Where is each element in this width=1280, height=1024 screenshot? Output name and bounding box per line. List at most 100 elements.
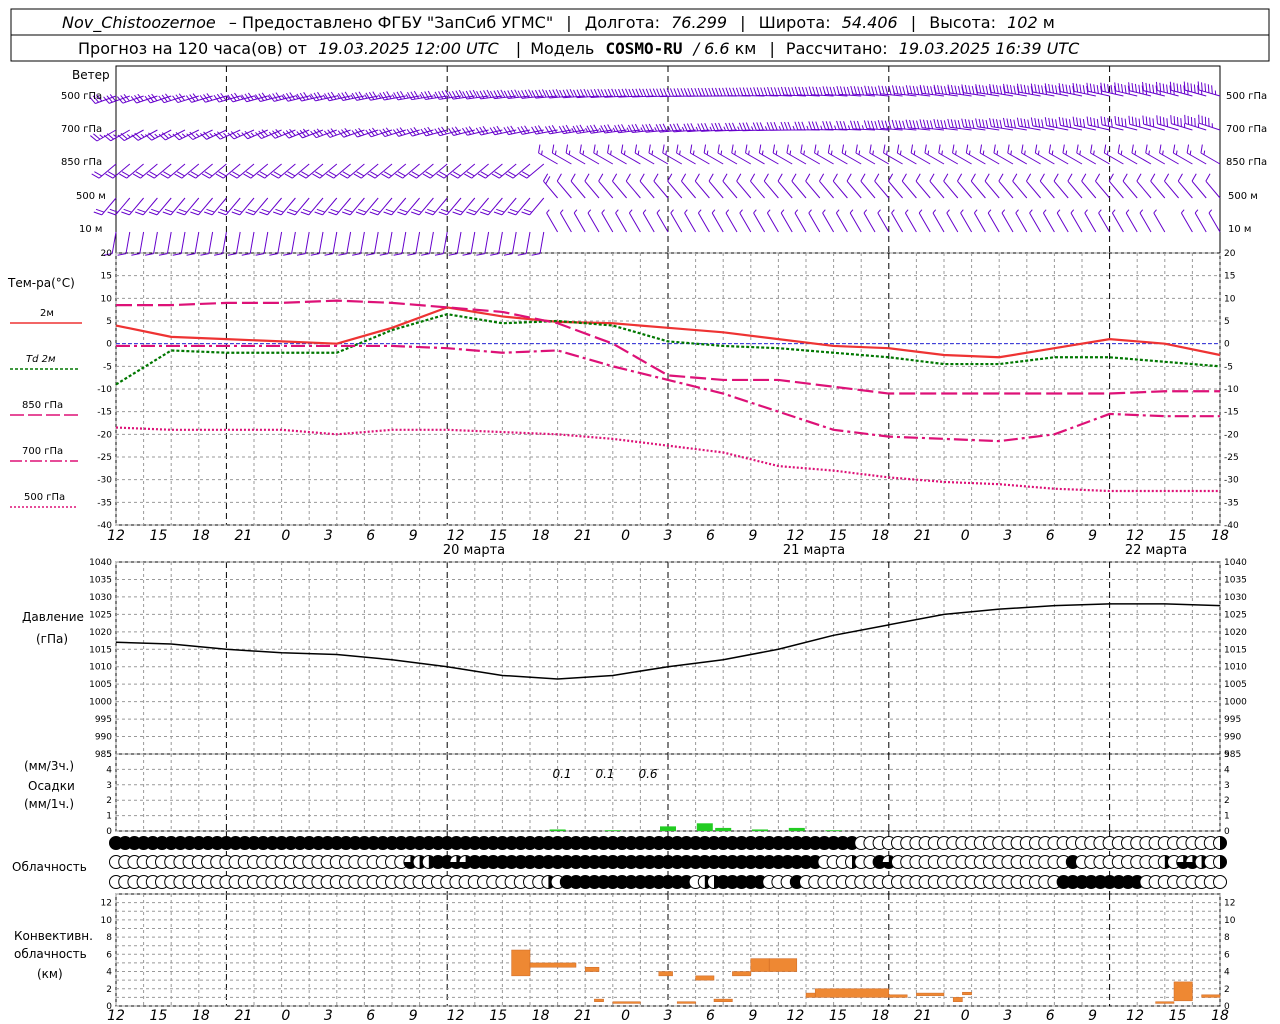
wind-barb-feather (827, 144, 831, 154)
wind-barb (1180, 209, 1193, 233)
wind-barb-feather (1081, 173, 1087, 182)
wind-barb-feather (912, 120, 916, 129)
wind-barb-shaft (794, 212, 807, 233)
wind-barb-feather (946, 209, 950, 214)
wind-barb-shaft (791, 180, 807, 199)
wind-barb-feather (905, 119, 909, 129)
wind-barb-feather (830, 150, 833, 155)
wind-barb-feather (1162, 150, 1164, 155)
wind-barb-feather (1145, 144, 1148, 154)
temp-ytick-left: 0 (106, 340, 112, 350)
wind-barb-feather (1015, 209, 1019, 214)
wind-barb-feather (886, 150, 888, 155)
wind-barb (229, 163, 255, 179)
press-ytick-right: 1010 (1224, 663, 1247, 673)
wind-barb-feather (93, 211, 103, 216)
wind-barb-feather (902, 86, 906, 95)
wind-barb-feather (397, 171, 406, 177)
wind-barb (736, 173, 752, 199)
wind-barb-feather (505, 173, 514, 179)
wind-barb-feather (365, 253, 375, 256)
wind-barb-feather (383, 211, 392, 216)
wind-barb-feather (95, 208, 105, 213)
wind-barb-feather (413, 90, 420, 99)
wind-barb-feather (1023, 84, 1027, 94)
wind-barb (1044, 83, 1069, 97)
wind-barb (480, 197, 503, 216)
wind-barb-feather (798, 86, 802, 96)
precip-bar (696, 823, 713, 831)
wind-barb (874, 173, 890, 199)
wind-barb-shaft (725, 212, 738, 233)
wind-barb (176, 197, 200, 216)
press-ytick-left: 995 (95, 715, 112, 725)
wind-barb-feather (874, 120, 878, 130)
wind-barb-shaft (973, 212, 986, 233)
wind-barb-feather (651, 150, 654, 155)
wind-barb-feather (121, 171, 130, 177)
wind-barb-feather (777, 87, 782, 96)
wind-barb-feather (635, 88, 640, 97)
wind-barb-feather (176, 211, 185, 216)
wind-barb-feather (778, 125, 782, 131)
temp-ytick-left: 15 (101, 272, 112, 282)
wind-barb-feather (995, 119, 999, 128)
wind-barb-shaft (960, 212, 973, 233)
wind-barb-feather (494, 171, 503, 177)
precip-ytick-right: 2 (1224, 796, 1230, 806)
wind-barb-feather (126, 134, 131, 138)
wind-barb-feather (368, 91, 375, 100)
wind-barb-shaft (498, 231, 503, 254)
wind-barb-feather (612, 127, 616, 132)
wind-barb-feather (692, 150, 695, 155)
wind-barb (901, 173, 917, 199)
press-ytick-right: 1000 (1224, 698, 1247, 708)
wind-barb (255, 231, 269, 256)
wind-barb-feather (947, 118, 951, 128)
temp-ytick-left: -35 (97, 498, 112, 508)
wind-barb-feather (137, 208, 146, 213)
conv-unit: (км) (37, 967, 63, 981)
conv-ytick-right: 4 (1224, 968, 1230, 978)
convective-bar (916, 992, 945, 996)
wind-barb-feather (774, 87, 778, 96)
wind-barb-feather (132, 173, 141, 179)
wind-barb-feather (400, 91, 406, 99)
wind-barb-feather (408, 173, 417, 179)
x-hour-label-bottom: 18 (192, 1008, 210, 1024)
wind-barb (245, 197, 269, 216)
wind-barb-feather (584, 173, 590, 182)
precip-ytick-left: 3 (106, 781, 112, 791)
wind-barb-feather (731, 144, 734, 154)
wind-barb-feather (1120, 150, 1123, 155)
wind-barb (355, 197, 379, 216)
wind-barb (667, 173, 683, 199)
wind-barb-feather (1139, 209, 1144, 214)
wind-barb-feather (954, 119, 958, 129)
wind-barb (188, 163, 213, 179)
wind-barb (1111, 209, 1124, 233)
wind-barb-shaft (1029, 212, 1042, 233)
wind-barb-feather (1136, 173, 1142, 182)
precip-title: Осадки (28, 779, 75, 793)
press-ytick-right: 1035 (1224, 575, 1247, 585)
wind-barb (933, 119, 958, 131)
temp-ytick-right: 10 (1224, 294, 1236, 304)
x-hour-label: 3 (1003, 528, 1012, 544)
wind-barb (763, 173, 779, 199)
wind-barb-feather (339, 173, 348, 179)
precip-bar (788, 827, 805, 831)
wind-barb-feather (466, 211, 475, 216)
wind-barb (1030, 117, 1055, 131)
wind-barb-feather (538, 144, 541, 154)
wind-barb-feather (286, 211, 296, 216)
wind-barb-feather (356, 171, 365, 177)
temp-ytick-right: -20 (1224, 430, 1239, 440)
temp-ytick-left: -20 (97, 430, 112, 440)
wind-barb-shaft (153, 231, 158, 254)
press-ytick-right: 1030 (1224, 593, 1247, 603)
wind-barb (328, 197, 351, 216)
wind-barb-feather (310, 253, 320, 256)
wind-barb-feather (1048, 117, 1051, 127)
press-ytick-left: 1015 (89, 645, 112, 655)
